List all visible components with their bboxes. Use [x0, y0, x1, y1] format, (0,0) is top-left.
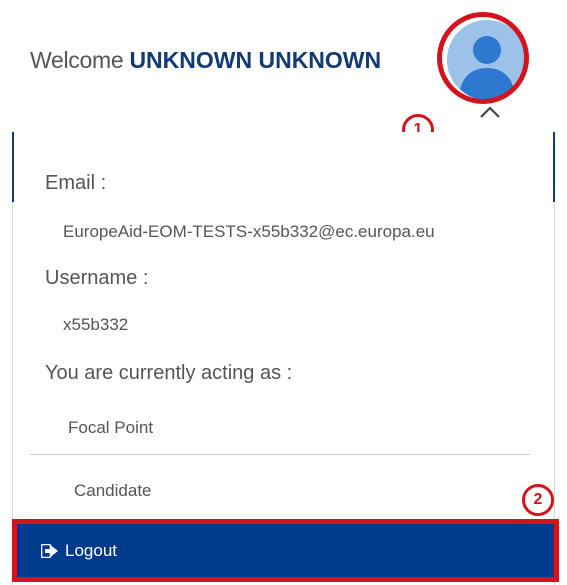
user-avatar-button[interactable]	[447, 20, 527, 100]
logout-label: Logout	[65, 541, 117, 560]
username-value: x55b332	[63, 315, 129, 334]
role-item-focal-point[interactable]: Focal Point	[30, 407, 530, 449]
role-item-candidate[interactable]: Candidate	[30, 470, 530, 512]
chevron-up-icon	[480, 106, 500, 118]
annotation-callout-2: 2	[522, 484, 554, 516]
panel-accent	[12, 132, 14, 202]
logout-button[interactable]: Logout	[12, 519, 559, 582]
panel-accent	[553, 132, 555, 202]
logout-content: Logout	[41, 541, 117, 561]
role-divider	[30, 454, 530, 455]
sign-out-icon	[41, 544, 58, 558]
welcome-prefix: Welcome	[30, 47, 124, 73]
acting-as-label: You are currently acting as :	[45, 362, 293, 384]
user-display-name: UNKNOWN UNKNOWN	[129, 47, 382, 73]
email-label: Email :	[45, 172, 107, 194]
welcome-message: Welcome UNKNOWN UNKNOWN	[30, 47, 381, 74]
menu-toggle-button[interactable]	[478, 104, 502, 120]
username-label: Username :	[45, 267, 149, 289]
user-menu-screen: Welcome UNKNOWN UNKNOWN 1 Email : Europe…	[0, 0, 567, 585]
email-value: EuropeAid-EOM-TESTS-x55b332@ec.europa.eu	[63, 222, 435, 241]
user-menu-dropdown	[12, 132, 555, 585]
user-avatar-icon	[447, 20, 527, 100]
